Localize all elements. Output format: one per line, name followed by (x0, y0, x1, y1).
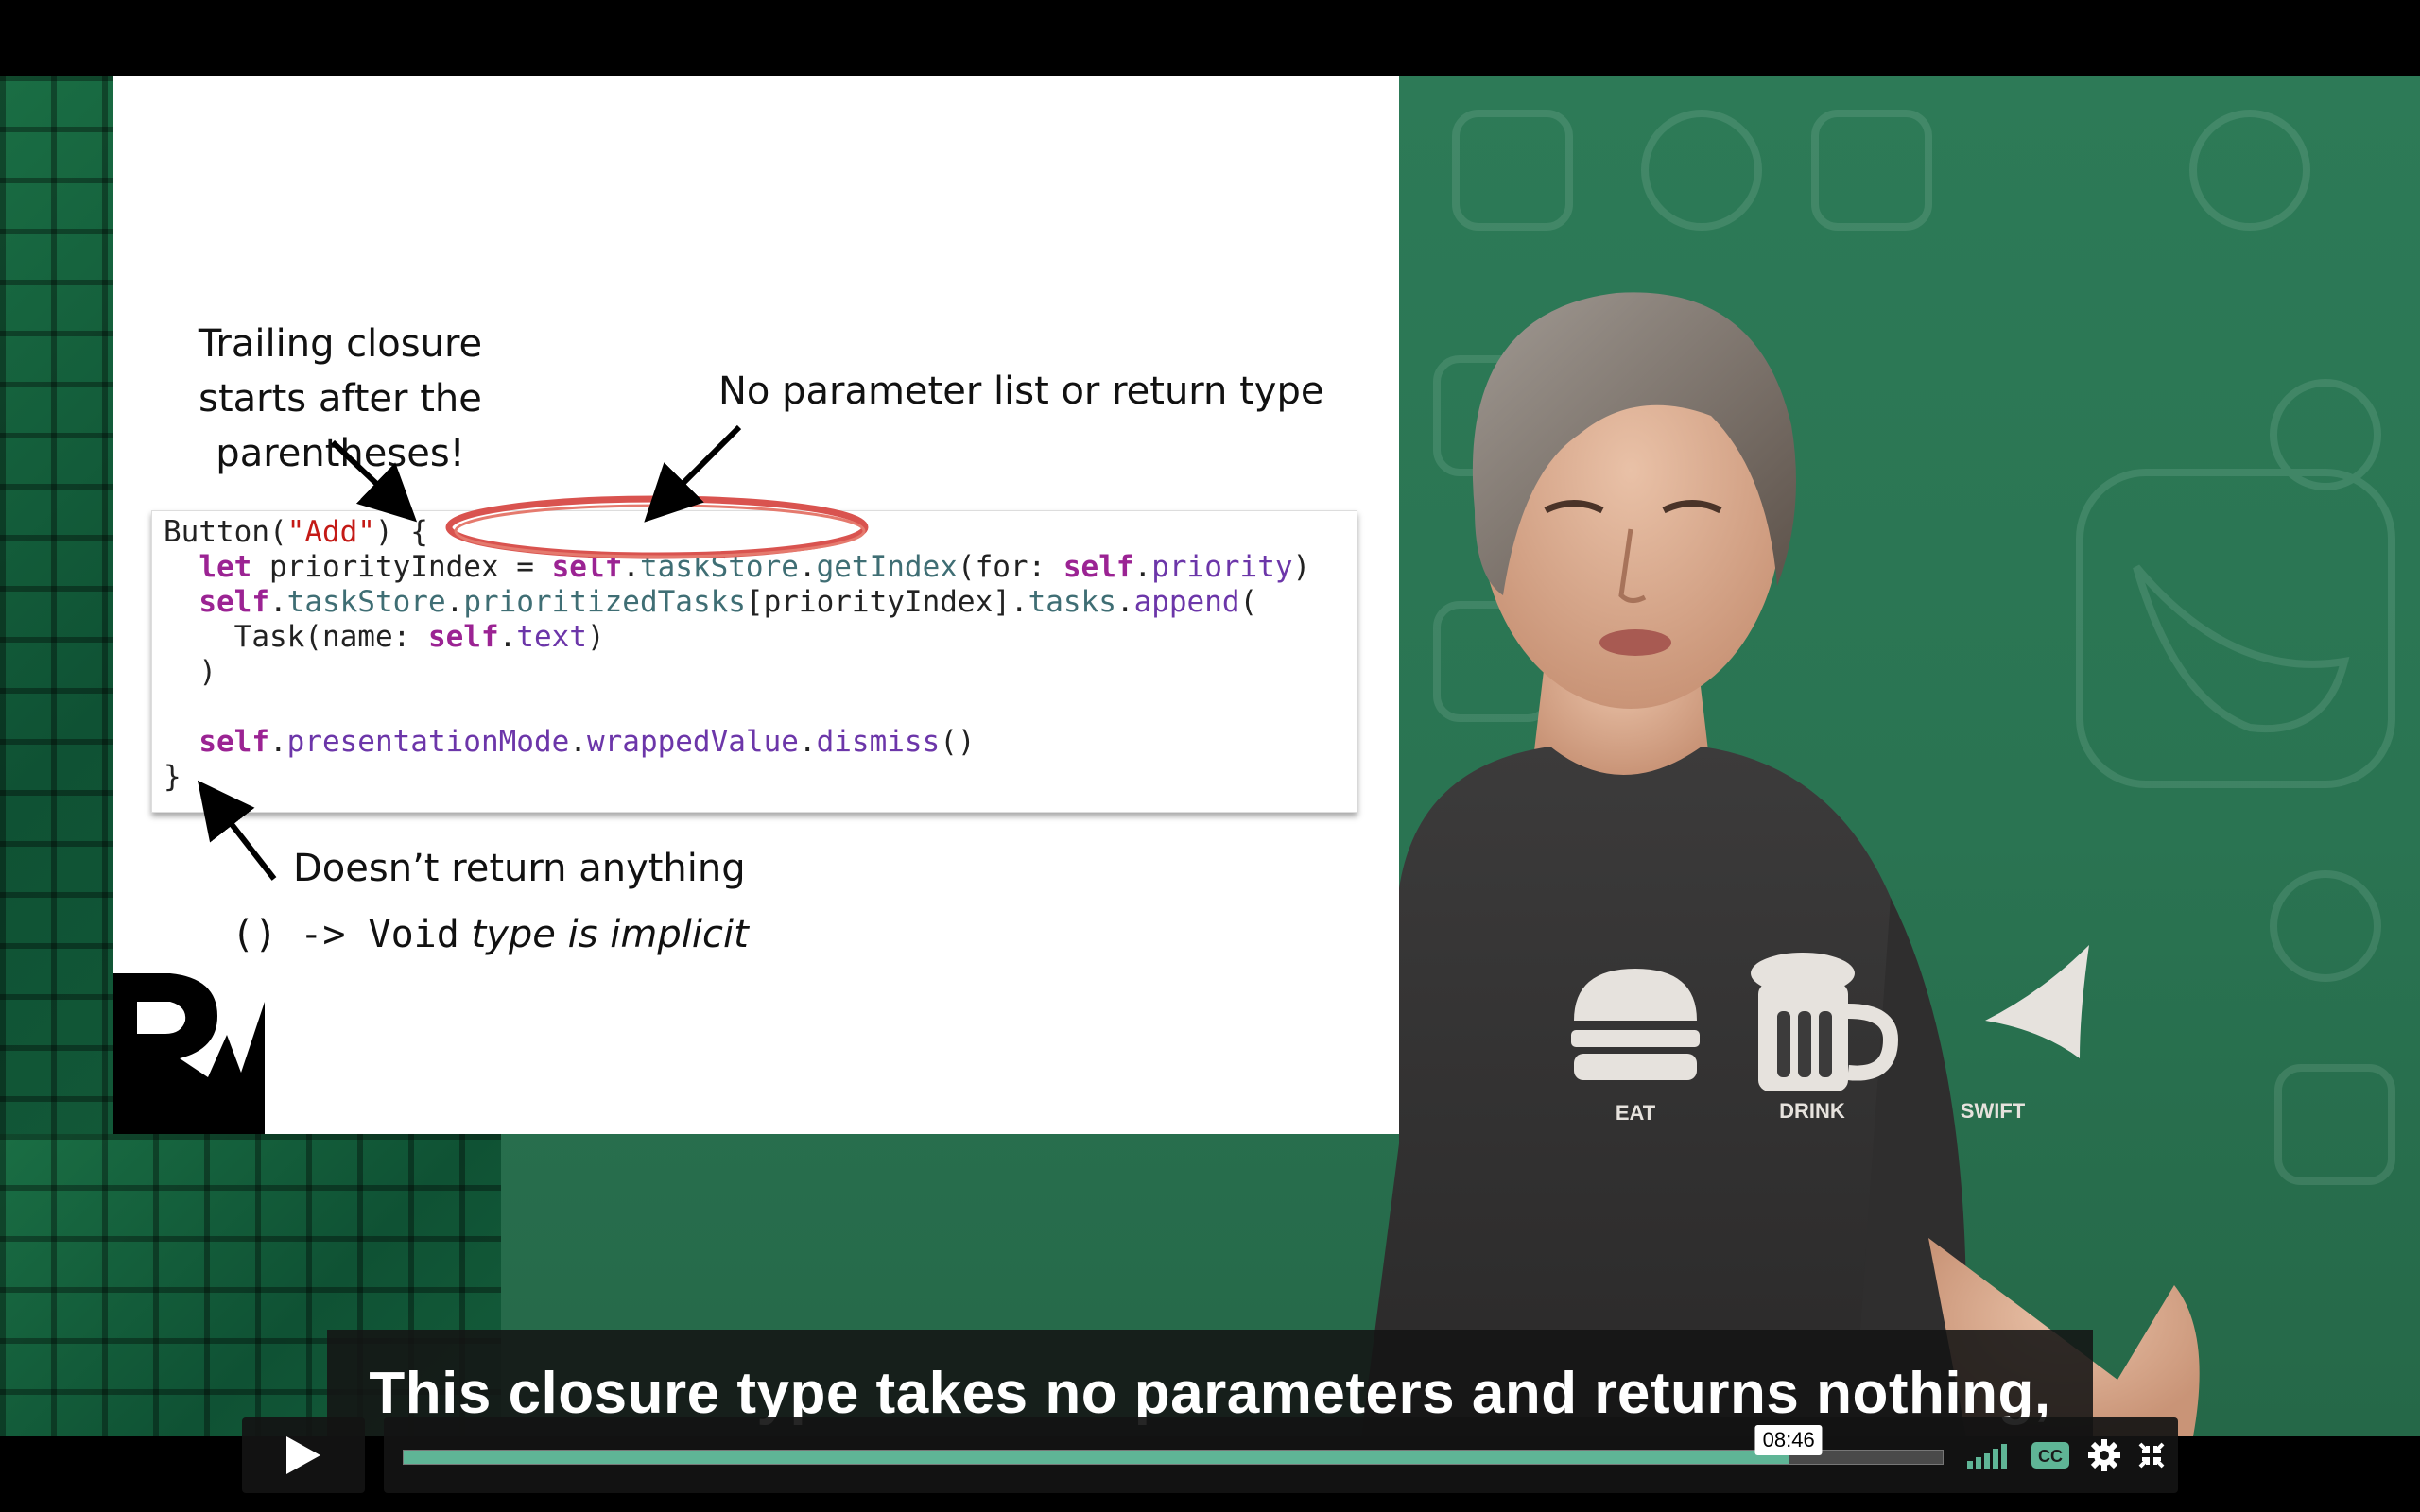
play-button[interactable] (242, 1418, 365, 1493)
volume-button[interactable] (1964, 1436, 2017, 1474)
annotation-doesnt-return: Doesn’t return anything (293, 847, 746, 890)
code-line-8: } (164, 760, 182, 794)
shirt-label-eat: EAT (1616, 1101, 1656, 1125)
video-frame[interactable]: Trailing closure starts after the parent… (0, 76, 2420, 1436)
exit-fullscreen-icon (2138, 1442, 2165, 1469)
closed-captions-button[interactable]: CC (2029, 1436, 2072, 1474)
player-control-bar: 08:46 CC (242, 1418, 2178, 1493)
cc-icon: CC (2031, 1442, 2069, 1469)
annotation-void-type: () -> Void type is implicit (232, 913, 749, 956)
code-line-5: ) (164, 655, 216, 689)
presentation-slide: Trailing closure starts after the parent… (113, 76, 1399, 1134)
code-line-3: self.taskStore.prioritizedTasks[priority… (199, 585, 1258, 619)
arrow-no-parameter (644, 424, 742, 523)
current-time-tooltip: 08:46 (1754, 1425, 1823, 1455)
annotation-trailing-closure: Trailing closure starts after the parent… (198, 322, 483, 475)
play-icon (286, 1436, 320, 1474)
code-line-1: Button("Add") { (164, 515, 428, 549)
gear-icon (2088, 1439, 2120, 1471)
progress-fill (404, 1451, 1789, 1464)
controls-panel: 08:46 CC (384, 1418, 2178, 1493)
cc-label: CC (2038, 1447, 2063, 1466)
settings-button[interactable] (2085, 1436, 2123, 1474)
shirt-label-drink: DRINK (1779, 1099, 1845, 1123)
code-snippet: Button("Add") { let priorityIndex = self… (151, 510, 1357, 813)
annotation-no-parameter-list: No parameter list or return type (718, 369, 1324, 413)
shirt-label-swift: SWIFT (1961, 1099, 2026, 1123)
raywenderlich-logo (113, 973, 265, 1134)
video-player[interactable]: Trailing closure starts after the parent… (0, 0, 2420, 1512)
code-line-4: Task(name: self.text) (164, 620, 605, 654)
progress-bar[interactable]: 08:46 (403, 1425, 1944, 1465)
code-line-2: let priorityIndex = self.taskStore.getIn… (199, 550, 1311, 584)
presenter-video: EAT DRINK SWIFT (1361, 292, 2200, 1436)
code-line-7: self.presentationMode.wrappedValue.dismi… (199, 725, 976, 759)
volume-bars-icon (1967, 1444, 2007, 1469)
exit-fullscreen-button[interactable] (2135, 1436, 2169, 1474)
caption-text: This closure type takes no parameters an… (369, 1360, 2051, 1426)
